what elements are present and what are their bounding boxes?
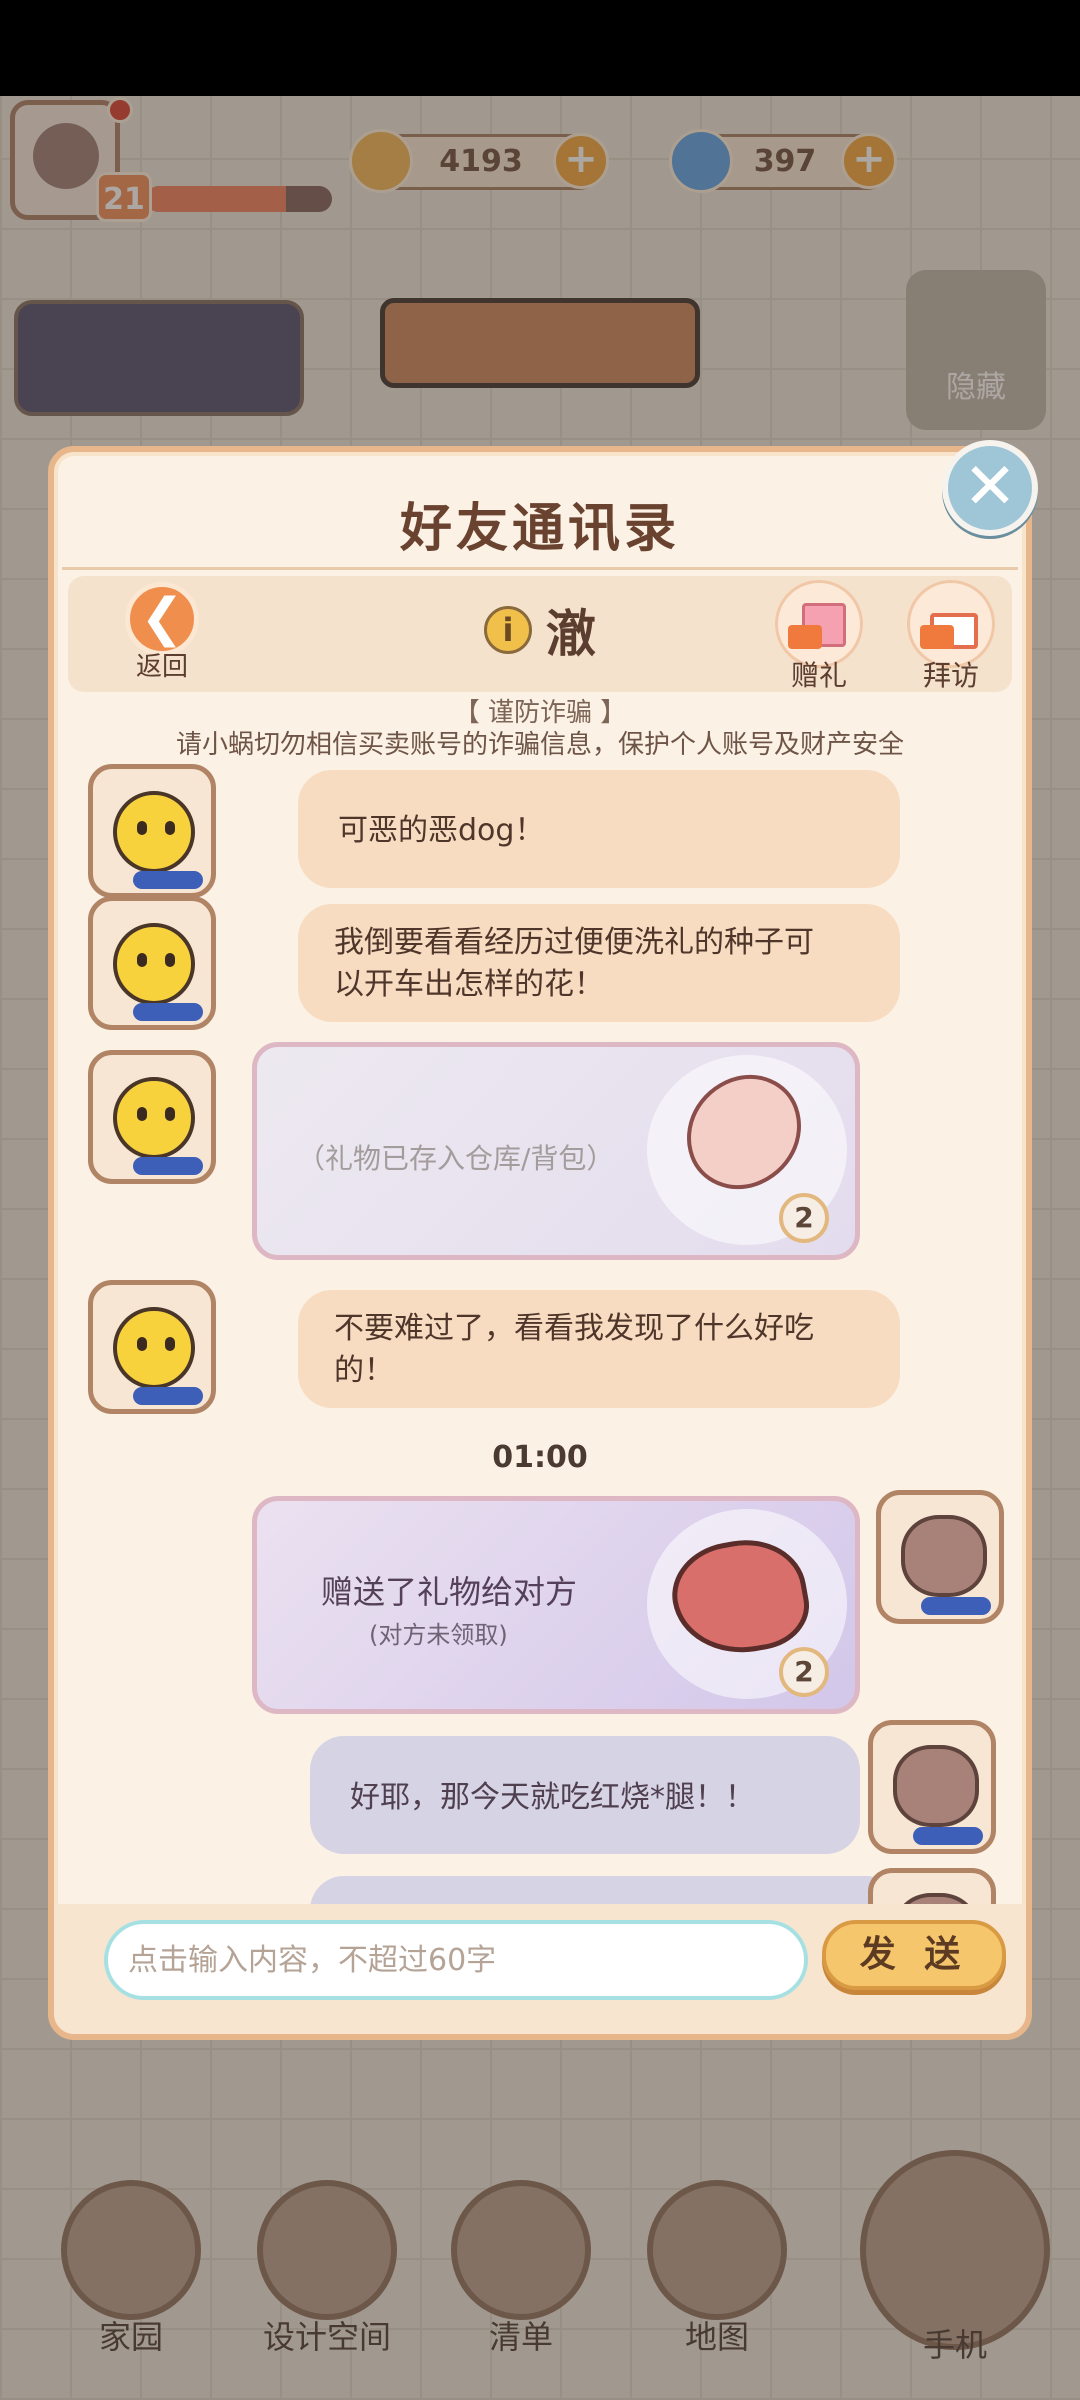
dog-face-icon [901,1515,987,1597]
gift-unclaimed-text: (对方未领取) [369,1621,508,1649]
arrow-icon [788,625,822,649]
time-separator: 01:00 [492,1440,588,1475]
send-gift-button[interactable]: 赠礼 [764,580,874,692]
visit-label: 拜访 [922,659,979,692]
flowers-decoration [133,871,203,889]
friend-name: 澈 [546,605,596,663]
friend-header: ❮ 返回 i澈 赠礼 拜访 [68,576,1012,692]
flowers-decoration [921,1597,991,1615]
friend-avatar[interactable] [88,1050,216,1184]
gift-quantity-badge: 2 [779,1647,829,1697]
flowers-decoration [133,1003,203,1021]
flowers-decoration [133,1387,203,1405]
gift-quantity-badge: 2 [779,1193,829,1243]
friend-avatar[interactable] [88,896,216,1030]
arrow-icon [920,625,954,649]
info-icon[interactable]: i [484,606,532,654]
message-text-line: 我倒要看看经历过便便洗礼的种子可 [334,925,814,960]
bee-icon [113,1077,195,1159]
message-text-line: 以开车出怎样的花！ [334,967,604,1002]
dialog-header: 好友通讯录 [62,460,1018,570]
friend-contacts-dialog: 好友通讯录 ❮ 返回 i澈 赠礼 拜访 【 谨防诈骗 】 请小蜗切勿相信买卖账号… [48,446,1032,2040]
dialog-title: 好友通讯录 [399,499,680,559]
chat-history[interactable]: 可恶的恶dog！ 我倒要看看经历过便便洗礼的种子可 以开车出怎样的花！ （礼物已… [62,760,1018,1920]
message-input[interactable] [104,1920,808,2000]
close-dialog-button[interactable]: ✕ [942,440,1038,536]
close-icon: ✕ [963,450,1017,524]
chat-bubble-friend: 可恶的恶dog！ [298,770,900,888]
fraud-warning-text: 请小蜗切勿相信买卖账号的诈骗信息，保护个人账号及财产安全 [175,730,904,760]
message-text-line: 的！ [334,1353,394,1388]
flowers-decoration [133,1157,203,1175]
my-avatar[interactable] [876,1490,1004,1624]
status-bar [0,0,1080,96]
message-text-line: 不要难过了，看看我发现了什么好吃 [334,1311,814,1346]
chat-bubble-mine: 好耶，那今天就吃红烧*腿！！ [310,1736,860,1854]
message-text: 可恶的恶dog！ [338,813,545,848]
chat-bubble-friend: 不要难过了，看看我发现了什么好吃 的！ [298,1290,900,1408]
bee-icon [113,923,195,1005]
bee-icon [113,1307,195,1389]
send-button[interactable]: 发 送 [822,1920,1006,1990]
gift-sent-text: 赠送了礼物给对方 [321,1573,578,1611]
friend-avatar[interactable] [88,764,216,898]
chat-bubble-friend: 我倒要看看经历过便便洗礼的种子可 以开车出怎样的花！ [298,904,900,1022]
flowers-decoration [913,1827,983,1845]
friend-avatar[interactable] [88,1280,216,1414]
gift-message-card[interactable]: （礼物已存入仓库/背包） 2 [252,1042,860,1260]
bee-icon [113,791,195,873]
sent-gift-card[interactable]: 赠送了礼物给对方 (对方未领取) 2 [252,1496,860,1714]
message-text: 好耶，那今天就吃红烧*腿！！ [350,1780,755,1815]
gift-label: 赠礼 [790,659,847,692]
visit-button[interactable]: 拜访 [896,580,1006,692]
dog-face-icon [893,1745,979,1827]
gift-status-text: （礼物已存入仓库/背包） [297,1142,615,1175]
message-composer: 发 送 [54,1904,1026,2034]
my-avatar[interactable] [868,1720,996,1854]
